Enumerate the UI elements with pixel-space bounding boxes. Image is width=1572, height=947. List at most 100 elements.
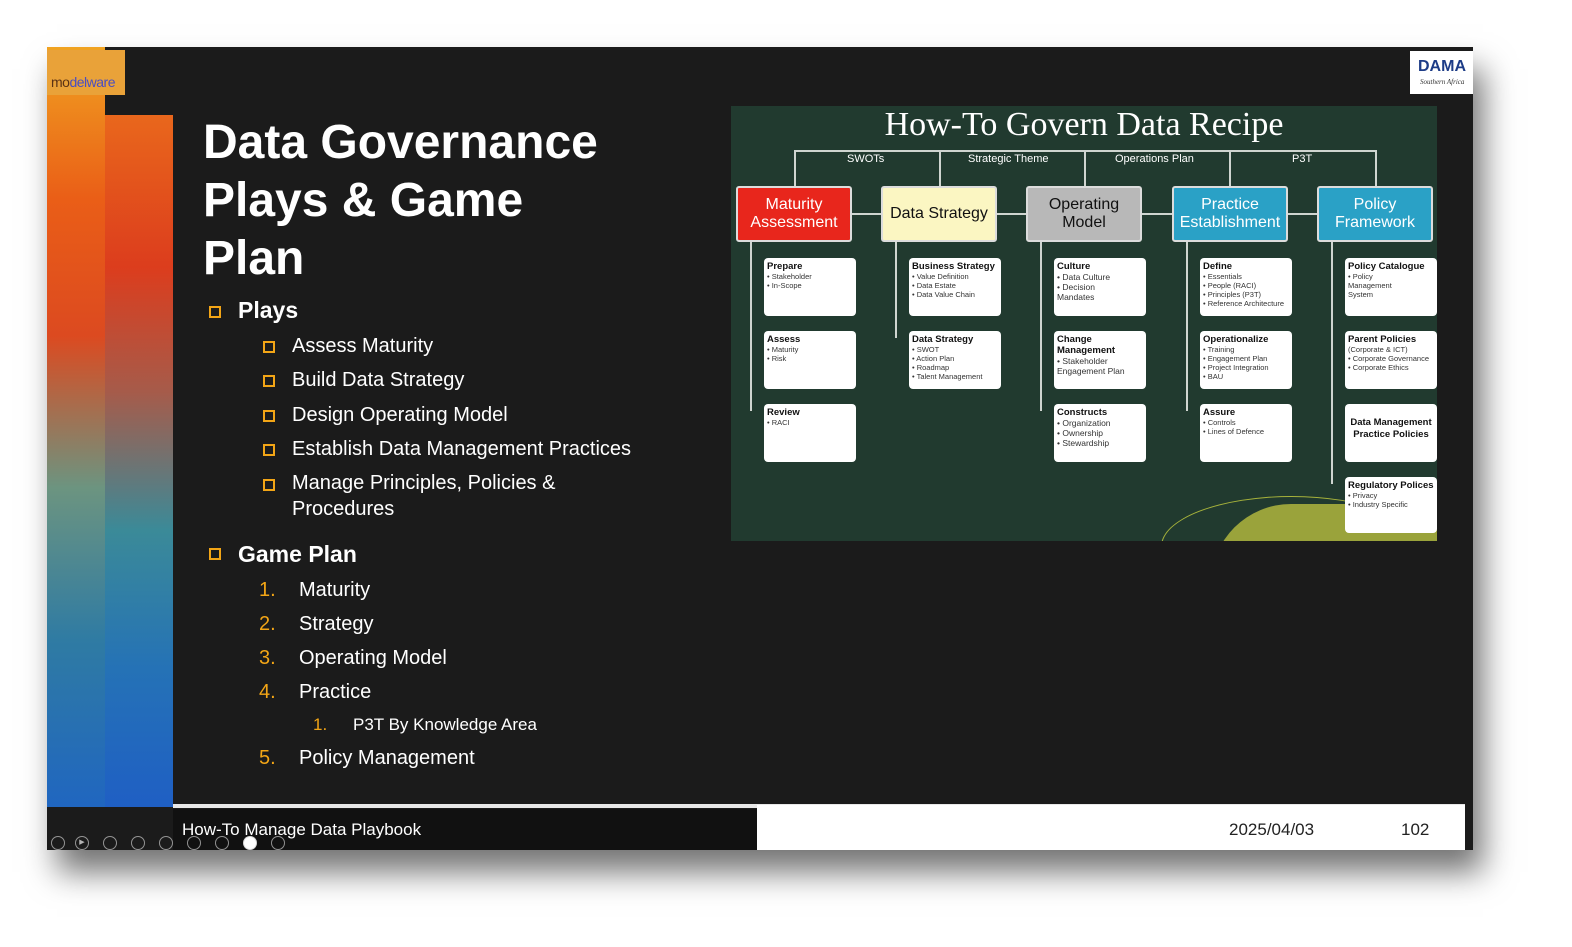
recipe-step-item: • Risk (767, 354, 787, 363)
recipe-step-card: Parent Policies (Corporate & ICT) • Corpor… (1345, 331, 1437, 389)
play-item: Manage Principles, Policies & (292, 472, 556, 494)
connector-line (1229, 150, 1231, 186)
recipe-step-card: Define • Essentials • People (RACI) • Princ… (1200, 258, 1292, 316)
recipe-step-item: • Engagement Plan (1203, 354, 1268, 363)
bullet-checkbox-icon (263, 410, 275, 422)
dama-logo: DAMA Southern Africa (1410, 51, 1473, 94)
title-line: Data Governance (203, 116, 598, 169)
recipe-step-item: Engagement Plan (1057, 366, 1125, 376)
subtitles-icon[interactable] (215, 836, 229, 850)
game-plan-item: Operating Model (299, 647, 447, 669)
recipe-step-item: • Ownership (1057, 428, 1103, 438)
recipe-step-card: Assure • Controls • Lines of Defence (1200, 404, 1292, 462)
list-number: 2. (259, 613, 276, 635)
zoom-icon[interactable] (187, 836, 201, 850)
next-icon[interactable] (103, 836, 117, 850)
title-line: Plays & Game (203, 174, 524, 227)
game-plan-item: Strategy (299, 613, 374, 635)
recipe-step-card: Review • RACI (764, 404, 856, 462)
more-options-icon[interactable] (271, 836, 285, 850)
plays-heading: Plays (238, 297, 299, 323)
column-spine (750, 242, 752, 411)
game-plan-item: Practice (299, 681, 372, 703)
recipe-step-card: Business Strategy • Value Definition • Dat… (909, 258, 1001, 316)
recipe-step-item: • Essentials (1203, 272, 1242, 281)
recipe-step-card: Constructs • Organization • Ownership • Ste… (1054, 404, 1146, 462)
category-box-3: Operating Model (1026, 186, 1142, 242)
bullet-checkbox-icon (209, 548, 221, 560)
recipe-step-item: • Stewardship (1057, 438, 1110, 448)
play-item-continued: Procedures (292, 498, 395, 520)
recipe-step-title: Parent Policies (1348, 334, 1417, 345)
recipe-step-item: • Principles (P3T) (1203, 290, 1262, 299)
recipe-step-card: Assess • Maturity • Risk (764, 331, 856, 389)
recipe-step-item: • Stakeholder (767, 272, 812, 281)
recipe-step-item: • Training (1203, 345, 1235, 354)
play-item: Establish Data Management Practices (292, 438, 632, 460)
game-plan-item: Policy Management (299, 747, 475, 769)
recipe-step-item: • Project Integration (1203, 363, 1269, 372)
recipe-step-title: Assess (767, 334, 801, 345)
play-item: Assess Maturity (292, 335, 434, 357)
slides-icon[interactable] (159, 836, 173, 850)
column-spine (1331, 242, 1333, 484)
recipe-step-item: • Roadmap (912, 363, 950, 372)
recipe-step-item: • People (RACI) (1203, 281, 1257, 290)
recipe-step-item: • RACI (767, 418, 790, 427)
connector-line (939, 150, 941, 186)
recipe-step-title: Operationalize (1203, 334, 1269, 345)
list-number: 3. (259, 647, 276, 669)
connector-line (794, 150, 796, 186)
recipe-step-card: Data Management Practice Policies (1345, 404, 1437, 462)
pen-icon[interactable] (131, 836, 145, 850)
connector-label: P3T (1288, 153, 1317, 165)
arrow-connector (852, 213, 881, 215)
column-spine (895, 242, 897, 338)
game-plan-heading: Game Plan (238, 541, 357, 567)
recipe-step-item: • Decision (1057, 282, 1095, 292)
presentation-toolbar: ▶ (47, 833, 307, 850)
gradient-stripe-left (47, 47, 105, 807)
bullet-checkbox-icon (209, 306, 221, 318)
recipe-step-title: Prepare (767, 261, 803, 272)
modelware-logo: modelware (47, 50, 125, 95)
recipe-step-title: Policy Catalogue (1348, 261, 1425, 272)
recipe-step-item: • Corporate Ethics (1348, 363, 1409, 372)
bullet-checkbox-icon (263, 341, 275, 353)
recipe-step-item: • Organization (1057, 418, 1111, 428)
footer-info-bar: 2025/04/03 102 (757, 805, 1465, 850)
play-item: Design Operating Model (292, 404, 508, 426)
connector-label: Operations Plan (1111, 153, 1198, 165)
recipe-step-card: Culture • Data Culture • Decision Mandates (1054, 258, 1146, 316)
recipe-step-title: Business Strategy (912, 261, 995, 272)
play-icon[interactable]: ▶ (75, 836, 89, 850)
recipe-step-item: (Corporate & ICT) (1348, 345, 1408, 354)
recipe-step-item: • SWOT (912, 345, 940, 354)
diagram-title: How-To Govern Data Recipe (884, 106, 1284, 143)
camera-icon[interactable] (243, 836, 257, 850)
recipe-step-item: • Lines of Defence (1203, 427, 1264, 436)
recipe-step-item: • Corporate Governance (1348, 354, 1430, 363)
recipe-step-item: System (1348, 290, 1374, 299)
recipe-step-item: • Maturity (767, 345, 799, 354)
bullet-checkbox-icon (263, 444, 275, 456)
recipe-step-card: Policy Catalogue • Policy Management System (1345, 258, 1437, 316)
recipe-step-title: Data Strategy (912, 334, 974, 345)
decorative-stripes (47, 47, 173, 807)
footer-date: 2025/04/03 (1229, 820, 1315, 839)
connector-label: Strategic Theme (964, 153, 1053, 165)
recipe-step-title: Culture (1057, 261, 1091, 272)
slide-title: Data Governance Plays & Game Plan (203, 114, 703, 288)
recipe-step-item: • Data Culture (1057, 272, 1111, 282)
connector-line (1375, 150, 1377, 186)
connector-line (1084, 150, 1086, 186)
recipe-step-title: Assure (1203, 407, 1236, 418)
list-number: 1. (259, 579, 276, 601)
bullet-checkbox-icon (263, 479, 275, 491)
recipe-step-item: • Privacy (1348, 491, 1378, 500)
recipe-step-item: • Stakeholder (1057, 356, 1108, 366)
previous-icon[interactable] (51, 836, 65, 850)
govern-data-recipe-diagram: How-To Govern Data Recipe SWOTs Strategi… (731, 106, 1437, 541)
page-number: 102 (1401, 820, 1430, 839)
list-number: 5. (259, 747, 276, 769)
